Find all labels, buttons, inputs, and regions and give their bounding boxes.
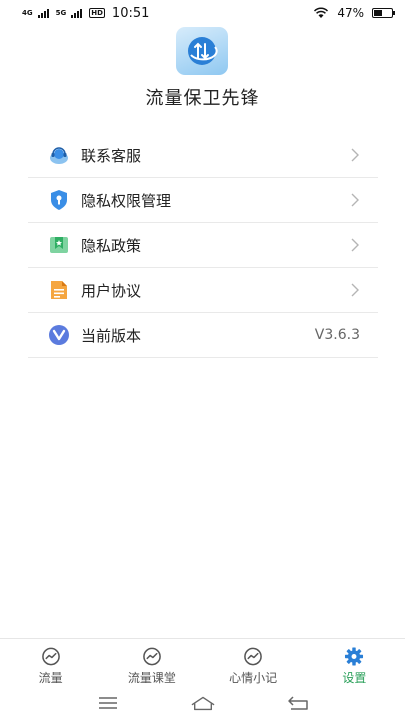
chevron-right-icon: [351, 193, 359, 207]
tab-traffic-class[interactable]: 流量课堂: [101, 639, 202, 686]
battery-icon: [372, 8, 395, 18]
network-5g-label: 5G: [55, 8, 67, 17]
app-logo: [176, 27, 228, 75]
menu-item-label: 用户协议: [81, 281, 142, 300]
tab-settings[interactable]: 设置: [304, 639, 405, 686]
hd-badge: HD: [89, 8, 105, 18]
menu-icon[interactable]: [96, 694, 120, 712]
tab-label: 设置: [342, 671, 367, 685]
version-value: V3.6.3: [314, 327, 360, 343]
menu-item-privacy-permissions[interactable]: 隐私权限管理: [28, 178, 378, 223]
menu-item-label: 联系客服: [81, 146, 142, 165]
battery-percent: 47%: [337, 6, 364, 20]
trend-icon: [41, 647, 60, 666]
status-time: 10:51: [111, 5, 150, 21]
chevron-right-icon: [351, 238, 359, 252]
menu-item-label: 隐私政策: [81, 236, 142, 255]
signal-icon: [71, 8, 83, 18]
settings-menu: 联系客服 隐私权限管理 隐私政策 用户协议 当前版本 V3.6.3: [28, 133, 378, 358]
tab-label: 流量课堂: [127, 671, 176, 685]
document-icon: [48, 279, 70, 301]
bookmark-icon: [48, 234, 70, 256]
shield-icon: [48, 189, 70, 211]
menu-item-label: 隐私权限管理: [81, 191, 172, 210]
status-bar: 4G 5G HD 10:51 47%: [0, 0, 405, 26]
chevron-right-icon: [351, 283, 359, 297]
version-icon: [48, 324, 70, 346]
signal-icon: [37, 8, 49, 18]
back-icon[interactable]: [286, 694, 310, 712]
tab-label: 流量: [38, 671, 63, 685]
wifi-icon: [314, 7, 329, 18]
battery-fill: [374, 10, 382, 16]
menu-item-user-agreement[interactable]: 用户协议: [28, 268, 378, 313]
customer-service-icon: [48, 144, 70, 166]
home-icon[interactable]: [191, 694, 215, 712]
menu-item-current-version[interactable]: 当前版本 V3.6.3: [28, 313, 378, 358]
trend-icon: [244, 647, 262, 666]
status-left: 4G 5G HD 10:51: [22, 6, 149, 21]
gear-icon: [345, 647, 364, 666]
tab-traffic[interactable]: 流量: [0, 639, 101, 686]
menu-item-label: 当前版本: [81, 326, 142, 345]
system-nav-bar: [0, 686, 405, 720]
trend-icon: [143, 647, 161, 666]
network-4g-label: 4G: [22, 8, 33, 17]
bottom-tab-bar: 流量 流量课堂 心情小记 设置: [0, 638, 405, 686]
tab-label: 心情小记: [229, 671, 278, 685]
data-swap-logo-icon: [188, 37, 218, 65]
app-title: 流量保卫先锋: [145, 88, 260, 109]
menu-item-customer-service[interactable]: 联系客服: [28, 133, 378, 178]
menu-item-privacy-policy[interactable]: 隐私政策: [28, 223, 378, 268]
status-right: 47%: [313, 6, 395, 20]
tab-mood-notes[interactable]: 心情小记: [203, 639, 304, 686]
chevron-right-icon: [351, 148, 359, 162]
